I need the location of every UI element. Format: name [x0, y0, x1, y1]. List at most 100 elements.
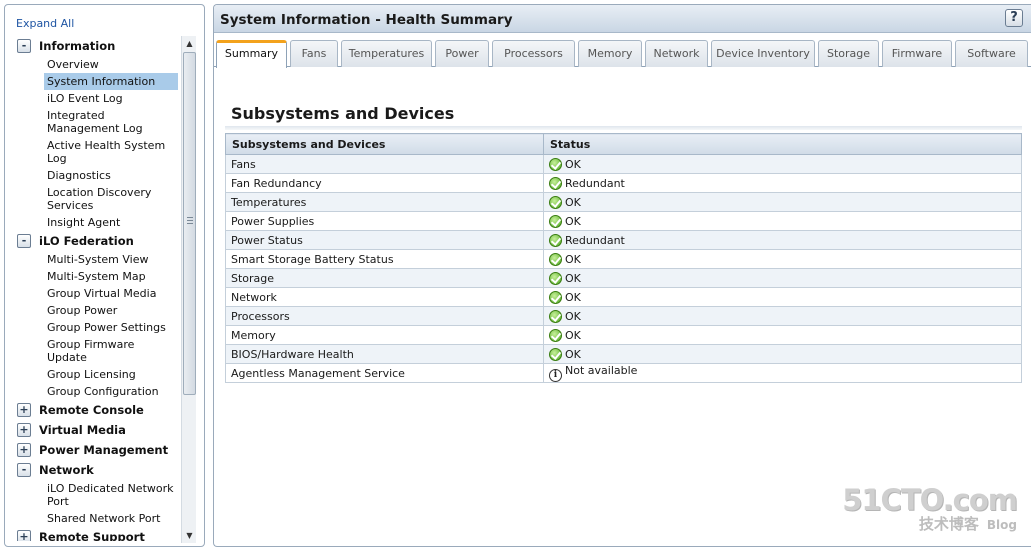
expand-icon[interactable]: +	[17, 530, 31, 541]
subsystem-name: Smart Storage Battery Status	[225, 249, 544, 269]
nav-item-insight-agent[interactable]: Insight Agent	[44, 214, 178, 231]
nav-group-label: Power Management	[39, 443, 169, 457]
nav-group-network[interactable]: - Network	[13, 460, 178, 480]
nav-group-label: Information	[39, 39, 116, 53]
ok-check-icon	[549, 290, 562, 304]
tab-summary[interactable]: Summary	[216, 40, 287, 68]
tab-fans[interactable]: Fans	[290, 40, 338, 67]
tab-memory[interactable]: Memory	[578, 40, 642, 67]
collapse-icon[interactable]: -	[17, 463, 31, 477]
subsystem-name: Power Supplies	[225, 211, 544, 231]
tab-processors[interactable]: Processors	[492, 40, 575, 67]
nav-item-ilo-dedicated-network-port[interactable]: iLO Dedicated Network Port	[44, 480, 178, 510]
nav-item-diagnostics[interactable]: Diagnostics	[44, 167, 178, 184]
nav-group-remote-support[interactable]: + Remote Support	[13, 527, 178, 541]
table-header-row: Subsystems and Devices Status	[225, 133, 1022, 155]
table-row: Storage OK	[225, 268, 1022, 288]
scroll-up-arrow-icon[interactable]: ▲	[182, 36, 197, 51]
ok-check-icon	[549, 233, 562, 247]
tab-power[interactable]: Power	[435, 40, 489, 67]
table-row: Fan Redundancy Redundant	[225, 173, 1022, 193]
column-header-status: Status	[543, 133, 1022, 155]
nav-scrollbar[interactable]: ▲ ▼	[181, 36, 196, 543]
nav-item-system-information[interactable]: System Information	[44, 73, 178, 90]
navigation-panel: Expand All - Information Overview System…	[4, 4, 205, 547]
status-text: OK	[565, 157, 581, 171]
nav-item-multi-system-view[interactable]: Multi-System View	[44, 251, 178, 268]
table-row: Temperatures OK	[225, 192, 1022, 212]
table-row: Memory OK	[225, 325, 1022, 345]
expand-icon[interactable]: +	[17, 403, 31, 417]
nav-item-group-virtual-media[interactable]: Group Virtual Media	[44, 285, 178, 302]
tab-firmware[interactable]: Firmware	[882, 40, 952, 67]
nav-tree: - Information Overview System Informatio…	[13, 36, 178, 541]
status-cell: OK	[543, 154, 1022, 174]
status-cell: OK	[543, 344, 1022, 364]
ok-check-icon	[549, 252, 562, 266]
table-row: Processors OK	[225, 306, 1022, 326]
nav-item-active-health-system-log[interactable]: Active Health System Log	[44, 137, 178, 167]
ok-check-icon	[549, 214, 562, 228]
status-text: OK	[565, 309, 581, 323]
table-row: Power Status Redundant	[225, 230, 1022, 250]
nav-group-power-management[interactable]: + Power Management	[13, 440, 178, 460]
nav-item-shared-network-port[interactable]: Shared Network Port	[44, 510, 178, 527]
status-cell: OK	[543, 306, 1022, 326]
status-cell: Redundant	[543, 173, 1022, 193]
tab-temperatures[interactable]: Temperatures	[341, 40, 432, 67]
scroll-down-arrow-icon[interactable]: ▼	[182, 528, 197, 543]
status-text: OK	[565, 271, 581, 285]
scrollbar-thumb[interactable]	[183, 52, 196, 395]
status-cell: OK	[543, 211, 1022, 231]
subsystem-name: Memory	[225, 325, 544, 345]
nav-group-label: Remote Console	[39, 403, 144, 417]
status-cell: i Not available	[543, 363, 1022, 383]
tab-network[interactable]: Network	[645, 40, 708, 67]
nav-item-group-licensing[interactable]: Group Licensing	[44, 366, 178, 383]
nav-group-ilo-federation[interactable]: - iLO Federation	[13, 231, 178, 251]
nav-group-remote-console[interactable]: + Remote Console	[13, 400, 178, 420]
title-bar: System Information - Health Summary ?	[214, 5, 1031, 33]
watermark-subtitle-text: 技术博客	[918, 515, 979, 533]
status-text: OK	[565, 347, 581, 361]
nav-group-information[interactable]: - Information	[13, 36, 178, 56]
tab-storage[interactable]: Storage	[818, 40, 879, 67]
status-cell: OK	[543, 325, 1022, 345]
column-header-subsystems: Subsystems and Devices	[225, 133, 544, 155]
ok-check-icon	[549, 271, 562, 285]
subsystem-name: BIOS/Hardware Health	[225, 344, 544, 364]
collapse-icon[interactable]: -	[17, 234, 31, 248]
nav-item-group-configuration[interactable]: Group Configuration	[44, 383, 178, 400]
expand-all-link[interactable]: Expand All	[16, 17, 74, 30]
tab-device-inventory[interactable]: Device Inventory	[711, 40, 815, 67]
nav-item-ilo-event-log[interactable]: iLO Event Log	[44, 90, 178, 107]
nav-group-label: iLO Federation	[39, 234, 134, 248]
status-cell: OK	[543, 192, 1022, 212]
tab-strip: Summary Fans Temperatures Power Processo…	[214, 40, 1031, 68]
grip-icon	[187, 217, 193, 224]
status-cell: OK	[543, 249, 1022, 269]
watermark-subtitle: 技术博客 Blog	[842, 513, 1017, 534]
nav-item-group-firmware-update[interactable]: Group Firmware Update	[44, 336, 178, 366]
table-row: Fans OK	[225, 154, 1022, 174]
watermark-logo: 51CTO.com	[842, 483, 1018, 517]
expand-icon[interactable]: +	[17, 443, 31, 457]
subsystem-name: Temperatures	[225, 192, 544, 212]
tab-software[interactable]: Software	[955, 40, 1028, 67]
help-button[interactable]: ?	[1005, 9, 1023, 27]
collapse-icon[interactable]: -	[17, 39, 31, 53]
nav-item-group-power[interactable]: Group Power	[44, 302, 178, 319]
nav-item-integrated-management-log[interactable]: Integrated Management Log	[44, 107, 178, 137]
status-cell: OK	[543, 287, 1022, 307]
section-title: Subsystems and Devices	[231, 104, 455, 123]
nav-item-group-power-settings[interactable]: Group Power Settings	[44, 319, 178, 336]
watermark: 51CTO.com 技术博客 Blog	[842, 483, 1018, 534]
nav-item-overview[interactable]: Overview	[44, 56, 178, 73]
status-text: Redundant	[565, 176, 625, 190]
status-text: Redundant	[565, 233, 625, 247]
nav-item-location-discovery-services[interactable]: Location Discovery Services	[44, 184, 178, 214]
expand-icon[interactable]: +	[17, 423, 31, 437]
status-text: Not available	[565, 364, 638, 377]
nav-item-multi-system-map[interactable]: Multi-System Map	[44, 268, 178, 285]
nav-group-virtual-media[interactable]: + Virtual Media	[13, 420, 178, 440]
